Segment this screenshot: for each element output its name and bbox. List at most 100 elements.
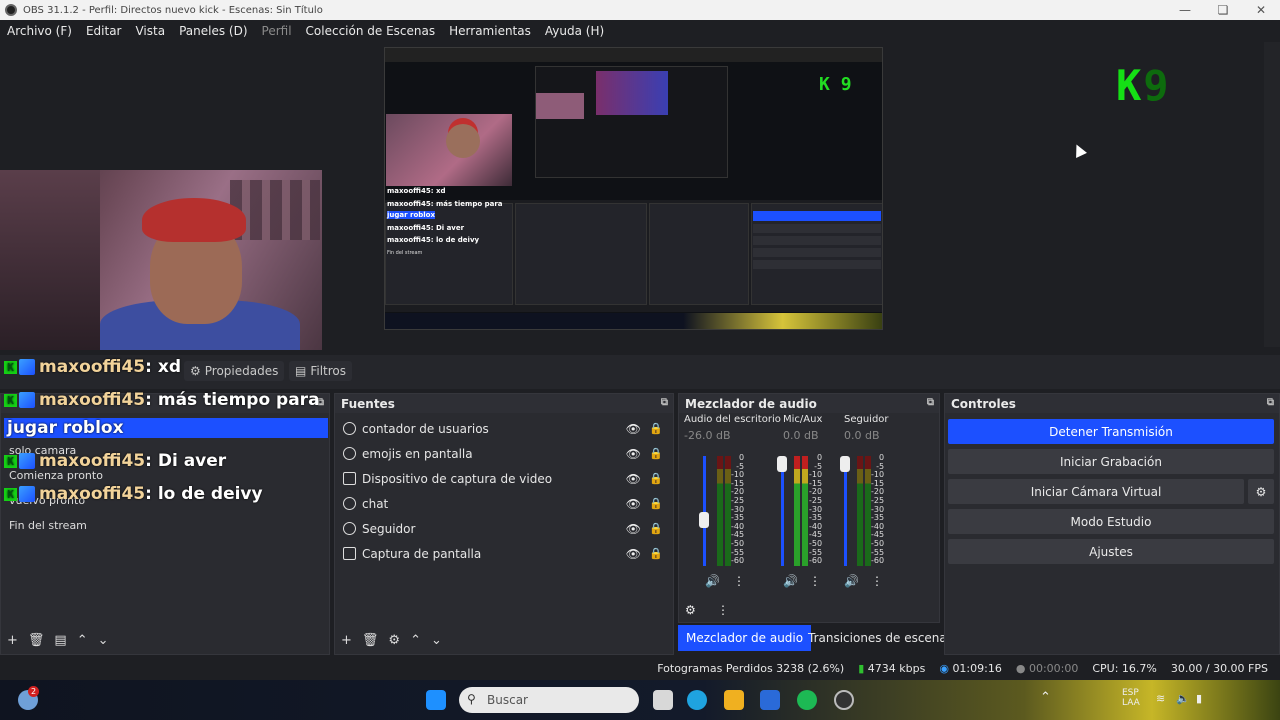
taskbar-search[interactable]: Buscar [459, 687, 639, 713]
settings-button[interactable]: Ajustes [948, 539, 1274, 564]
mixer-dock-title: Mezclador de audio ⧉ [679, 394, 939, 413]
obs-taskbar-icon[interactable] [834, 690, 854, 710]
wifi-icon[interactable]: ≋ [1156, 692, 1165, 705]
undock-icon[interactable]: ⧉ [1267, 397, 1274, 408]
canvas-chat-line: maxooffi45: lo de deivy [387, 236, 480, 244]
meter-scale: 0 -5 -10 -15 -20 -25 -30 -35 -40 -45 -50 -55 -60 [871, 453, 885, 566]
store-icon[interactable] [760, 690, 780, 710]
volume-slider-track[interactable] [703, 456, 706, 566]
menu-editar[interactable]: Editar [79, 24, 129, 38]
stop-streaming-button[interactable]: Detener Transmisión [948, 419, 1274, 444]
eye-icon[interactable]: 👁 [626, 522, 641, 536]
eye-icon[interactable]: 👁 [626, 472, 641, 486]
gear-icon[interactable]: ⚙ [388, 633, 400, 648]
battery-icon[interactable]: ▮ [1196, 692, 1202, 705]
menu-paneles[interactable]: Paneles (D) [172, 24, 254, 38]
canvas-scene-item: Fin del stream [387, 250, 423, 256]
tab-audio-mixer[interactable]: Mezclador de audio [678, 625, 812, 651]
mixer-dock: Mezclador de audio ⧉ Audio del escritori… [678, 393, 940, 623]
eye-icon[interactable]: 👁 [626, 447, 641, 461]
move-up-icon[interactable]: ⌃ [77, 633, 88, 648]
move-up-icon[interactable]: ⌃ [410, 633, 421, 648]
menu-coleccion-escenas[interactable]: Colección de Escenas [299, 24, 443, 38]
preview-scrollbar[interactable] [1264, 42, 1280, 347]
window-title: OBS 31.1.2 - Perfil: Directos nuevo kick… [23, 4, 323, 16]
mixer-channel-mic: Mic/Aux 0.0 dB [783, 414, 823, 442]
undock-icon[interactable]: ⧉ [661, 397, 668, 408]
menu-perfil[interactable]: Perfil [255, 24, 299, 38]
move-down-icon[interactable]: ⌄ [98, 633, 109, 648]
start-recording-button[interactable]: Iniciar Grabación [948, 449, 1274, 474]
list-item[interactable]: contador de usuarios 👁 🔒 [335, 416, 673, 441]
eye-icon[interactable]: 👁 [626, 422, 641, 436]
speaker-icon[interactable]: 🔊 [844, 574, 859, 588]
task-view-icon[interactable] [653, 690, 673, 710]
speaker-icon[interactable]: 🔊 [705, 574, 720, 588]
search-icon: ⚲ [467, 692, 476, 706]
eye-icon[interactable]: 👁 [626, 497, 641, 511]
virtual-camera-settings-button[interactable]: ⚙ [1248, 479, 1274, 504]
lock-icon[interactable]: 🔒 [649, 472, 663, 485]
start-virtual-camera-button[interactable]: Iniciar Cámara Virtual [948, 479, 1244, 504]
volume-slider-track[interactable] [844, 456, 847, 566]
kick-logo: K9 [1116, 61, 1171, 110]
remove-scene-icon[interactable]: 🗑 [28, 633, 45, 648]
chat-message: Kmaxooffi45: xd [4, 357, 181, 377]
spotify-icon[interactable] [797, 690, 817, 710]
filters-button[interactable]: ▤ Filtros [289, 361, 353, 381]
lock-icon[interactable]: 🔒 [649, 497, 663, 510]
more-options-icon[interactable]: ⋮ [809, 574, 821, 588]
properties-button[interactable]: ⚙ Propiedades [184, 361, 285, 381]
canvas-btn [753, 236, 881, 245]
studio-mode-button[interactable]: Modo Estudio [948, 509, 1274, 534]
list-item[interactable]: Seguidor 👁 🔒 [335, 516, 673, 541]
lock-icon[interactable]: 🔒 [649, 547, 663, 560]
volume-slider-handle[interactable] [777, 456, 787, 472]
advanced-audio-gear-icon[interactable]: ⚙ [685, 603, 696, 617]
menu-archivo[interactable]: Archivo (F) [0, 24, 79, 38]
add-scene-icon[interactable]: + [7, 633, 18, 648]
file-explorer-icon[interactable] [724, 690, 744, 710]
menu-herramientas[interactable]: Herramientas [442, 24, 538, 38]
canvas-mixer-panel [649, 203, 749, 305]
volume-slider-handle[interactable] [840, 456, 850, 472]
move-down-icon[interactable]: ⌄ [431, 633, 442, 648]
list-item[interactable]: chat 👁 🔒 [335, 491, 673, 516]
volume-icon[interactable]: 🔈 [1176, 692, 1190, 705]
more-options-icon[interactable]: ⋮ [733, 574, 745, 588]
undock-icon[interactable]: ⧉ [927, 397, 934, 408]
maximize-icon[interactable]: ❏ [1204, 3, 1242, 17]
lock-icon[interactable]: 🔒 [649, 447, 663, 460]
edge-browser-icon[interactable] [687, 690, 707, 710]
fps-counter: 30.00 / 30.00 FPS [1170, 661, 1268, 675]
list-item[interactable]: emojis en pantalla 👁 🔒 [335, 441, 673, 466]
menu-ayuda[interactable]: Ayuda (H) [538, 24, 611, 38]
minimize-icon[interactable]: — [1166, 3, 1204, 17]
status-bar: Fotogramas Perdidos 3238 (2.6%) ▮ 4734 k… [0, 656, 1280, 680]
volume-slider-handle[interactable] [699, 512, 709, 528]
more-options-icon[interactable]: ⋮ [717, 603, 729, 617]
speaker-icon[interactable]: 🔊 [783, 574, 798, 588]
eye-icon[interactable]: 👁 [626, 547, 641, 561]
audio-meter [717, 456, 723, 566]
volume-slider-track[interactable] [781, 456, 784, 566]
list-item[interactable]: Dispositivo de captura de video 👁 🔒 [335, 466, 673, 491]
more-options-icon[interactable]: ⋮ [871, 574, 883, 588]
lock-icon[interactable]: 🔒 [649, 422, 663, 435]
tray-chevron-icon[interactable]: ⌃ [1040, 690, 1051, 705]
add-source-icon[interactable]: + [341, 633, 352, 648]
list-item[interactable]: Fin del stream [1, 513, 329, 538]
remove-source-icon[interactable]: 🗑 [362, 633, 379, 648]
menu-vista[interactable]: Vista [128, 24, 172, 38]
list-item[interactable]: Captura de pantalla 👁 🔒 [335, 541, 673, 566]
windows-start-icon[interactable] [426, 690, 446, 710]
tab-scene-transitions[interactable]: Transiciones de escena [800, 625, 955, 651]
controls-dock-title: Controles ⧉ [945, 394, 1279, 413]
close-icon[interactable]: ✕ [1242, 3, 1280, 17]
lock-icon[interactable]: 🔒 [649, 522, 663, 535]
stream-icon: ◉ [939, 661, 949, 675]
filter-icon[interactable]: ▤ [54, 633, 66, 648]
preview-canvas[interactable]: K 9 maxooffi45: xd maxooffi45: más tiemp… [384, 47, 883, 330]
language-indicator[interactable]: ESP LAA [1122, 688, 1140, 708]
source-browser-icon [343, 522, 356, 535]
